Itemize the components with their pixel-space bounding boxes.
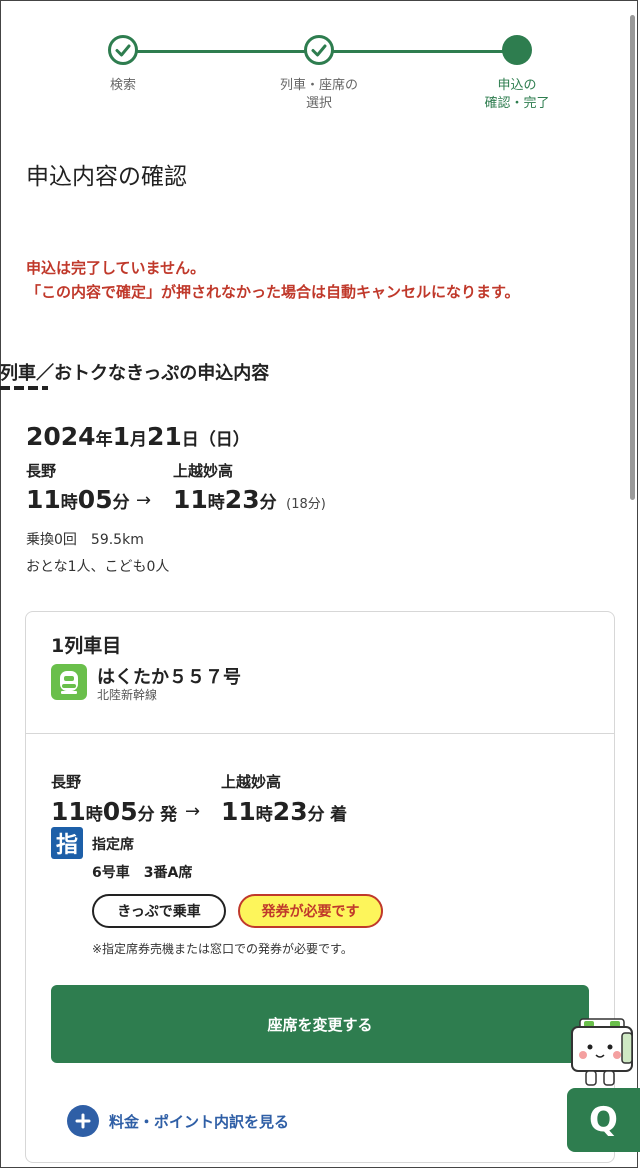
- arr-hour-unit: 時: [207, 493, 225, 513]
- section-title: 列車／おトクなきっぷの申込内容: [0, 363, 270, 384]
- card-dep-min: 05: [102, 797, 138, 826]
- trip-arrival-time: 11時23分 (18分): [173, 485, 326, 514]
- step-2-label-line1: 列車・座席の: [279, 78, 358, 93]
- seat-car: 6号車: [92, 865, 130, 881]
- scrollbar[interactable]: [630, 15, 635, 500]
- step-connector: [123, 50, 319, 53]
- date-month-unit: 月: [130, 430, 147, 450]
- trip-departure-time: 11時05分: [26, 485, 130, 514]
- warning-line-2: 「この内容で確定」が押されなかった場合は自動キャンセルになります。: [26, 283, 520, 301]
- date-year: 2024: [26, 422, 96, 451]
- card-dep-hour: 11: [51, 797, 86, 826]
- reserved-seat-badge: 指: [51, 827, 83, 859]
- page-title: 申込内容の確認: [26, 164, 187, 190]
- warning-line-1: 申込は完了していません。: [26, 259, 206, 277]
- step-1-label: 検索: [63, 77, 183, 95]
- date-year-unit: 年: [95, 430, 113, 450]
- trip-arrow: →: [136, 490, 152, 511]
- mascot-icon: [566, 1015, 638, 1093]
- card-arr-suffix: 着: [330, 805, 348, 825]
- step-2-label: 列車・座席の 選択: [259, 77, 379, 113]
- dep-min-unit: 分: [112, 493, 130, 513]
- trip-duration: (18分): [286, 497, 326, 512]
- card-dep-hour-unit: 時: [85, 805, 103, 825]
- seat-type: 指定席: [92, 837, 134, 853]
- dep-hour: 11: [26, 485, 61, 514]
- section-underline: [0, 386, 48, 390]
- card-arr-hour-unit: 時: [255, 805, 273, 825]
- card-arr-hour: 11: [221, 797, 256, 826]
- date-day-unit: 日: [181, 430, 199, 450]
- card-dep-suffix: 発: [160, 805, 178, 825]
- card-departure-time: 11時05分 発: [51, 797, 177, 826]
- step-2-check-icon: [304, 35, 334, 65]
- trip-distance: 59.5km: [90, 532, 144, 548]
- card-arr-min: 23: [272, 797, 308, 826]
- ticket-ride-pill: きっぷで乗車: [92, 894, 226, 928]
- trip-from-station: 長野: [26, 462, 57, 480]
- step-connector: [319, 50, 517, 53]
- step-2-label-line2: 選択: [305, 96, 332, 111]
- step-3-label-line1: 申込の: [497, 78, 537, 93]
- arr-min-unit: 分: [259, 493, 277, 513]
- step-3-label: 申込の 確認・完了: [457, 77, 577, 113]
- date-month: 1: [112, 422, 130, 451]
- arr-min: 23: [224, 485, 260, 514]
- plus-icon: [67, 1105, 99, 1137]
- trip-to-station: 上越妙高: [173, 462, 234, 480]
- issue-note: ※指定席券売機または窓口での発券が必要です。: [92, 942, 353, 956]
- seat-details: 6号車 3番A席: [92, 862, 192, 882]
- card-from-station: 長野: [51, 773, 82, 791]
- trip-passengers: おとな1人、こども0人: [26, 559, 170, 575]
- card-to-station: 上越妙高: [221, 773, 282, 791]
- trip-transfer-info: 乗換0回 59.5km: [26, 529, 144, 549]
- card-arrow: →: [185, 801, 201, 822]
- travel-date: 2024年1月21日（日）: [26, 422, 250, 451]
- fare-breakdown-link[interactable]: 料金・ポイント内訳を見る: [67, 1105, 289, 1137]
- faq-button[interactable]: Q: [567, 1088, 640, 1152]
- fare-link-label: 料金・ポイント内訳を見る: [109, 1112, 290, 1131]
- trip-transfers: 乗換0回: [26, 532, 77, 548]
- card-arr-min-unit: 分: [307, 805, 325, 825]
- seat-number: 3番A席: [143, 865, 193, 881]
- step-3-current-indicator: [502, 35, 532, 65]
- train-card-heading: 1列車目: [51, 635, 122, 657]
- train-line-name: 北陸新幹線: [97, 688, 158, 702]
- step-1-check-icon: [108, 35, 138, 65]
- step-1-label-text: 検索: [109, 78, 136, 93]
- date-day: 21: [147, 422, 182, 451]
- arr-hour: 11: [173, 485, 208, 514]
- card-arrival-time: 11時23分 着: [221, 797, 347, 826]
- dep-hour-unit: 時: [60, 493, 78, 513]
- issue-required-pill: 発券が必要です: [238, 894, 383, 928]
- card-divider: [26, 733, 614, 734]
- train-icon: [51, 664, 87, 700]
- step-3-label-line2: 確認・完了: [484, 96, 550, 111]
- dep-min: 05: [77, 485, 113, 514]
- date-weekday: （日）: [198, 430, 250, 450]
- card-dep-min-unit: 分: [137, 805, 155, 825]
- change-seat-button[interactable]: 座席を変更する: [51, 985, 589, 1063]
